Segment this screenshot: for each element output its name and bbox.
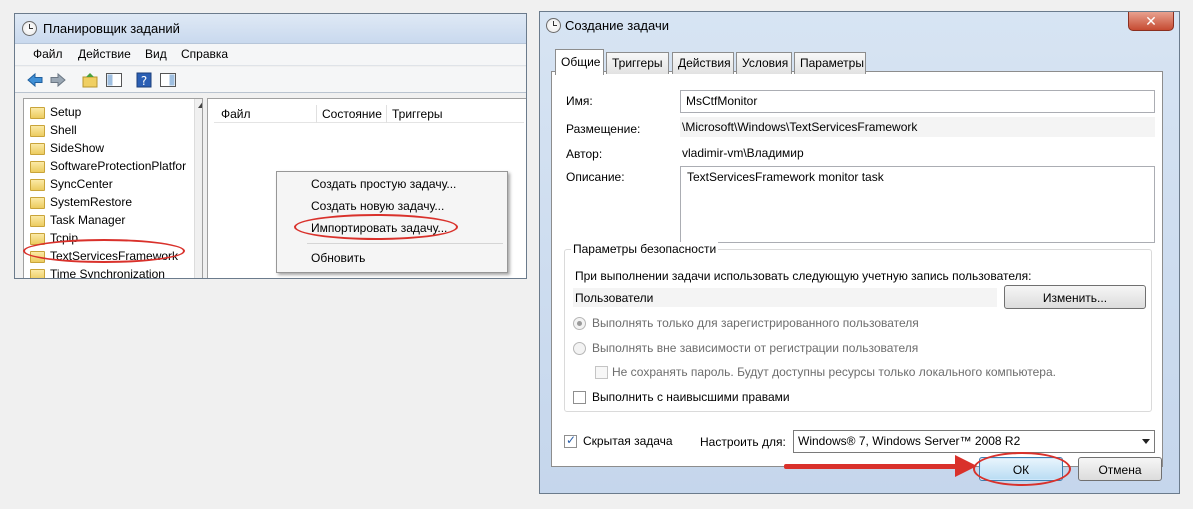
svg-text:?: ?	[141, 74, 147, 88]
security-group-title: Параметры безопасности	[571, 242, 719, 256]
folder-icon	[30, 107, 45, 119]
menu-help[interactable]: Справка	[181, 47, 228, 61]
folder-icon	[30, 143, 45, 155]
radio-logged-on-label: Выполнять только для зарегистрированного…	[592, 316, 919, 330]
tree-item-software-protection[interactable]: SoftwareProtectionPlatfor	[50, 159, 186, 173]
name-field[interactable]: MsCtfMonitor	[680, 90, 1155, 113]
folder-icon	[30, 197, 45, 209]
highlight-oval-ok	[973, 452, 1071, 486]
folder-icon	[30, 125, 45, 137]
clock-icon	[546, 18, 561, 33]
column-file[interactable]: Файл	[221, 107, 251, 121]
show-hide-tree-icon[interactable]	[105, 71, 123, 89]
tree-item-task-manager[interactable]: Task Manager	[50, 213, 125, 227]
column-separator[interactable]	[316, 105, 317, 123]
tree-item-sideshow[interactable]: SideShow	[50, 141, 104, 155]
back-arrow-icon[interactable]	[26, 71, 44, 89]
dont-store-password-checkbox[interactable]	[595, 366, 608, 379]
radio-whether-logged-on-label: Выполнять вне зависимости от регистрации…	[592, 341, 919, 355]
window-title: Планировщик заданий	[43, 21, 180, 36]
configure-for-select[interactable]: Windows® 7, Windows Server™ 2008 R2	[793, 430, 1155, 453]
menu-separator	[307, 243, 503, 244]
show-action-pane-icon[interactable]	[159, 71, 177, 89]
folder-icon	[30, 179, 45, 191]
up-folder-icon[interactable]	[81, 71, 99, 89]
description-label: Описание:	[566, 170, 625, 184]
configure-for-value: Windows® 7, Windows Server™ 2008 R2	[798, 434, 1021, 448]
menu-bar: Файл Действие Вид Справка	[15, 44, 526, 66]
tab-triggers[interactable]: Триггеры	[606, 52, 669, 74]
dialog-title: Создание задачи	[565, 18, 669, 33]
account-value: Пользователи	[573, 288, 997, 307]
configure-for-label: Настроить для:	[700, 435, 786, 449]
create-basic-task-item[interactable]: Создать простую задачу...	[311, 177, 456, 191]
menu-view[interactable]: Вид	[145, 47, 167, 61]
chevron-down-icon	[1142, 439, 1150, 444]
forward-arrow-icon[interactable]	[49, 71, 67, 89]
help-icon[interactable]: ?	[135, 71, 153, 89]
location-value: \Microsoft\Windows\TextServicesFramework	[680, 117, 1155, 137]
tab-general[interactable]: Общие	[555, 49, 604, 75]
highest-privileges-checkbox[interactable]	[573, 391, 586, 404]
tab-settings[interactable]: Параметры	[794, 52, 866, 74]
column-triggers[interactable]: Триггеры	[392, 107, 443, 121]
tab-actions[interactable]: Действия	[672, 52, 734, 74]
toolbar: ?	[15, 67, 526, 93]
tree-item-setup[interactable]: Setup	[50, 105, 81, 119]
author-value: vladimir-vm\Владимир	[682, 146, 804, 160]
hidden-task-label: Скрытая задача	[583, 434, 673, 448]
create-task-dialog: Создание задачи ✕ Имя: MsCtfMonitor Разм…	[539, 11, 1180, 494]
create-task-item[interactable]: Создать новую задачу...	[311, 199, 444, 213]
highlight-oval-tree-item	[23, 239, 185, 263]
dont-store-password-label: Не сохранять пароль. Будут доступны ресу…	[612, 365, 1056, 379]
tree-item-synccenter[interactable]: SyncCenter	[50, 177, 113, 191]
highlight-oval-import	[294, 214, 458, 240]
column-separator[interactable]	[386, 105, 387, 123]
column-state[interactable]: Состояние	[322, 107, 382, 121]
menu-file[interactable]: Файл	[33, 47, 63, 61]
change-user-button[interactable]: Изменить...	[1004, 285, 1146, 309]
close-button[interactable]: ✕	[1128, 12, 1174, 31]
close-icon: ✕	[1145, 13, 1157, 29]
security-options-group: Параметры безопасности При выполнении за…	[564, 242, 1152, 412]
radio-logged-on-only[interactable]	[573, 317, 586, 330]
highest-privileges-label: Выполнить с наивысшими правами	[592, 390, 790, 404]
tab-conditions[interactable]: Условия	[736, 52, 792, 74]
folder-icon	[30, 269, 45, 278]
annotation-arrow-icon	[955, 455, 977, 477]
tree-item-shell[interactable]: Shell	[50, 123, 77, 137]
folder-icon	[30, 161, 45, 173]
annotation-arrow-shaft	[784, 464, 964, 469]
radio-whether-logged-on[interactable]	[573, 342, 586, 355]
account-prompt: При выполнении задачи использовать следу…	[575, 269, 1032, 283]
location-label: Размещение:	[566, 122, 641, 136]
tree-scrollbar[interactable]	[194, 99, 203, 278]
hidden-task-checkbox[interactable]: ✓	[564, 433, 577, 448]
refresh-item[interactable]: Обновить	[311, 251, 365, 265]
description-field[interactable]: TextServicesFramework monitor task	[680, 166, 1155, 243]
name-label: Имя:	[566, 94, 593, 108]
clock-icon	[22, 21, 37, 36]
author-label: Автор:	[566, 147, 603, 161]
title-bar[interactable]: Планировщик заданий	[15, 14, 526, 44]
menu-action[interactable]: Действие	[78, 47, 131, 61]
tree-item-systemrestore[interactable]: SystemRestore	[50, 195, 132, 209]
cancel-button[interactable]: Отмена	[1078, 457, 1162, 481]
folder-icon	[30, 215, 45, 227]
tree-item-time-synchronization[interactable]: Time Synchronization	[50, 267, 165, 278]
general-tab-panel: Имя: MsCtfMonitor Размещение: \Microsoft…	[551, 71, 1163, 467]
scroll-up-icon[interactable]	[198, 102, 203, 108]
task-list-header: Файл Состояние Триггеры	[214, 103, 524, 123]
check-mark-icon: ✓	[566, 433, 577, 447]
